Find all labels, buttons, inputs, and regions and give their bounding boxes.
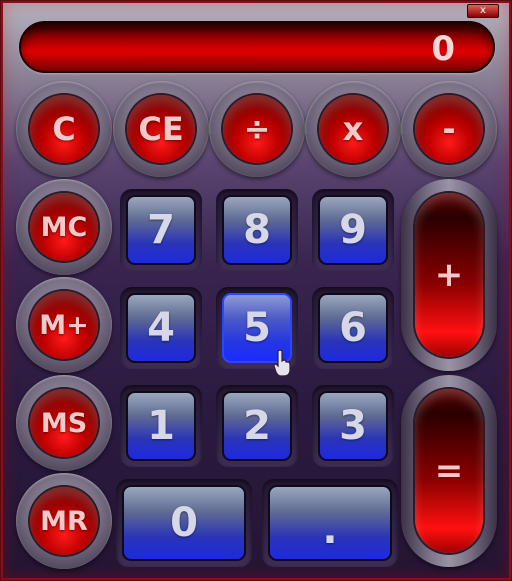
clear-button[interactable]: C xyxy=(30,95,98,163)
digit-4-well: 4 xyxy=(120,287,202,369)
memory-clear-ring: MC xyxy=(16,179,112,275)
multiply-button[interactable]: x xyxy=(319,95,387,163)
memory-clear-button[interactable]: MC xyxy=(30,193,98,261)
digit-6-button[interactable]: 6 xyxy=(318,293,388,363)
clear-entry-button[interactable]: CE xyxy=(127,95,195,163)
equals-button[interactable]: = xyxy=(415,389,483,553)
digit-2-button[interactable]: 2 xyxy=(222,391,292,461)
digit-8-well: 8 xyxy=(216,189,298,271)
digit-3-well: 3 xyxy=(312,385,394,467)
digit-1-well: 1 xyxy=(120,385,202,467)
memory-add-ring: M+ xyxy=(16,277,112,373)
digit-9-button[interactable]: 9 xyxy=(318,195,388,265)
memory-store-button[interactable]: MS xyxy=(30,389,98,457)
memory-store-ring: MS xyxy=(16,375,112,471)
plus-button[interactable]: + xyxy=(415,193,483,357)
close-button[interactable]: x xyxy=(467,4,499,18)
digit-3-button[interactable]: 3 xyxy=(318,391,388,461)
clear-entry-button-ring: CE xyxy=(113,81,209,177)
memory-add-button[interactable]: M+ xyxy=(30,291,98,359)
digit-1-button[interactable]: 1 xyxy=(126,391,196,461)
digit-9-well: 9 xyxy=(312,189,394,271)
hand-pointer-icon xyxy=(273,349,291,377)
display-value: 0 xyxy=(431,29,455,69)
digit-6-well: 6 xyxy=(312,287,394,369)
clear-button-ring: C xyxy=(16,81,112,177)
calculator-window: x 0 C CE ÷ x - MC M+ MS MR + = 7 8 9 4 5… xyxy=(0,0,512,581)
plus-button-ring: + xyxy=(401,179,497,371)
digit-8-button[interactable]: 8 xyxy=(222,195,292,265)
divide-button[interactable]: ÷ xyxy=(223,95,291,163)
decimal-well: . xyxy=(262,479,398,567)
memory-recall-button[interactable]: MR xyxy=(30,487,98,555)
minus-button-ring: - xyxy=(401,81,497,177)
decimal-button[interactable]: . xyxy=(268,485,392,561)
display-panel: 0 xyxy=(19,21,495,73)
multiply-button-ring: x xyxy=(305,81,401,177)
digit-2-well: 2 xyxy=(216,385,298,467)
digit-0-button[interactable]: 0 xyxy=(122,485,246,561)
memory-recall-ring: MR xyxy=(16,473,112,569)
minus-button[interactable]: - xyxy=(415,95,483,163)
digit-7-well: 7 xyxy=(120,189,202,271)
divide-button-ring: ÷ xyxy=(209,81,305,177)
digit-7-button[interactable]: 7 xyxy=(126,195,196,265)
digit-0-well: 0 xyxy=(116,479,252,567)
digit-4-button[interactable]: 4 xyxy=(126,293,196,363)
equals-button-ring: = xyxy=(401,375,497,567)
